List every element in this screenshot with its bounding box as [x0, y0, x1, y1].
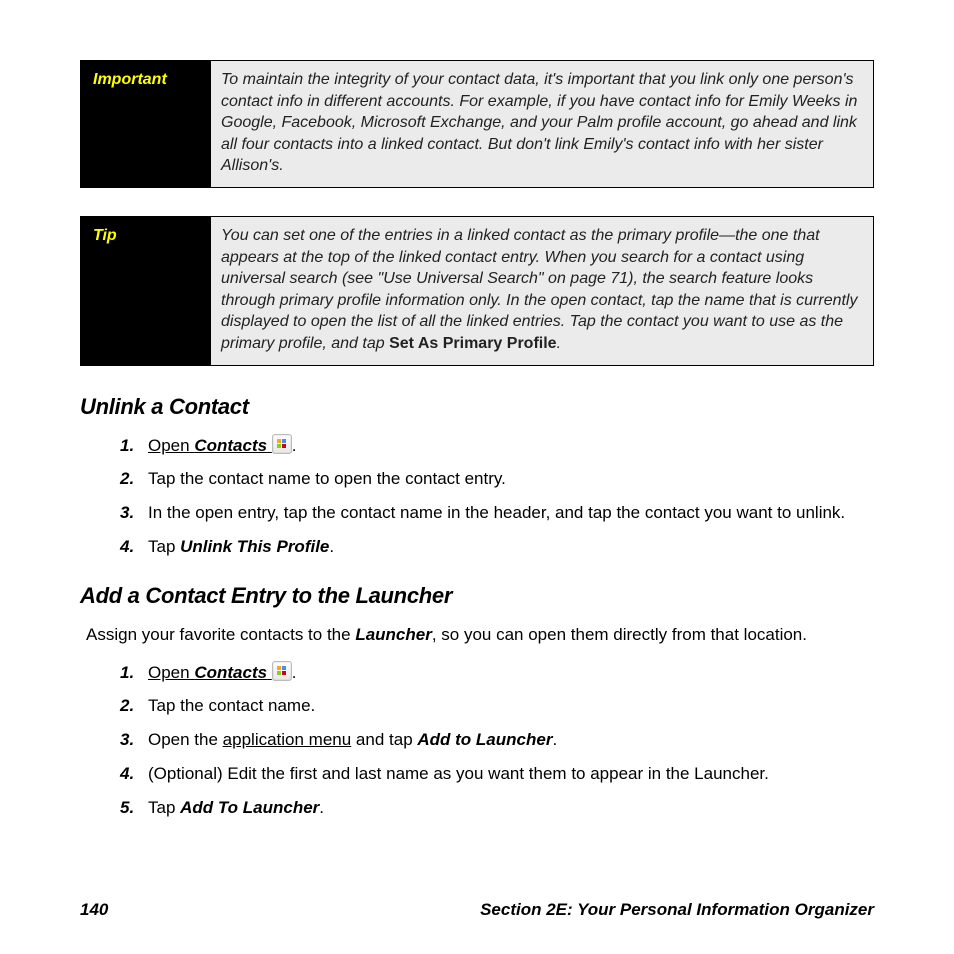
important-text: To maintain the integrity of your contac…: [211, 61, 873, 187]
open-link-2[interactable]: Open Contacts: [148, 663, 272, 682]
unlink-step-1: Open Contacts .: [120, 434, 874, 458]
important-label: Important: [81, 61, 211, 187]
launcher-step-1: Open Contacts .: [120, 661, 874, 685]
launcher-word: Launcher: [355, 625, 432, 644]
launcher-intro: Assign your favorite contacts to the Lau…: [86, 623, 874, 647]
launcher-step-2: Tap the contact name.: [120, 694, 874, 718]
tip-text-bold: Set As Primary Profile: [389, 335, 556, 352]
launcher-step-3-post: .: [552, 730, 557, 749]
document-page: Important To maintain the integrity of y…: [0, 0, 954, 954]
unlink-step-4-post: .: [329, 537, 334, 556]
page-footer: 140 Section 2E: Your Personal Informatio…: [80, 900, 874, 920]
tip-text-pre: You can set one of the entries in a link…: [221, 227, 857, 352]
tip-label: Tip: [81, 217, 211, 365]
contacts-app-icon: [272, 434, 292, 454]
launcher-step-3: Open the application menu and tap Add to…: [120, 728, 874, 752]
open-text-2: Open: [148, 663, 190, 682]
contacts-app-name: Contacts: [194, 436, 267, 455]
unlink-steps: Open Contacts . Tap the contact name to …: [80, 434, 874, 559]
contacts-app-icon-2: [272, 661, 292, 681]
launcher-intro-pre: Assign your favorite contacts to the: [86, 625, 355, 644]
tip-text: You can set one of the entries in a link…: [211, 217, 873, 365]
contacts-app-name-2: Contacts: [194, 663, 267, 682]
heading-unlink-contact: Unlink a Contact: [80, 394, 874, 420]
launcher-intro-post: , so you can open them directly from tha…: [432, 625, 807, 644]
launcher-step-3-pre: Open the: [148, 730, 223, 749]
add-to-launcher-1: Add to Launcher: [417, 730, 552, 749]
unlink-step-4: Tap Unlink This Profile.: [120, 535, 874, 559]
heading-add-to-launcher: Add a Contact Entry to the Launcher: [80, 583, 874, 609]
open-text: Open: [148, 436, 190, 455]
section-title: Section 2E: Your Personal Information Or…: [480, 900, 874, 920]
unlink-step-3: In the open entry, tap the contact name …: [120, 501, 874, 525]
add-to-launcher-2: Add To Launcher: [180, 798, 319, 817]
launcher-step-5-pre: Tap: [148, 798, 180, 817]
application-menu-link[interactable]: application menu: [223, 730, 352, 749]
open-link[interactable]: Open Contacts: [148, 436, 272, 455]
unlink-this-profile: Unlink This Profile: [180, 537, 329, 556]
unlink-step-2: Tap the contact name to open the contact…: [120, 467, 874, 491]
launcher-step-4: (Optional) Edit the first and last name …: [120, 762, 874, 786]
page-number: 140: [80, 900, 108, 920]
important-callout: Important To maintain the integrity of y…: [80, 60, 874, 188]
launcher-step-3-mid: and tap: [351, 730, 417, 749]
launcher-step-5: Tap Add To Launcher.: [120, 796, 874, 820]
tip-text-post: .: [557, 335, 561, 352]
tip-callout: Tip You can set one of the entries in a …: [80, 216, 874, 366]
launcher-step-5-post: .: [319, 798, 324, 817]
launcher-steps: Open Contacts . Tap the contact name. Op…: [80, 661, 874, 820]
unlink-step-4-pre: Tap: [148, 537, 180, 556]
